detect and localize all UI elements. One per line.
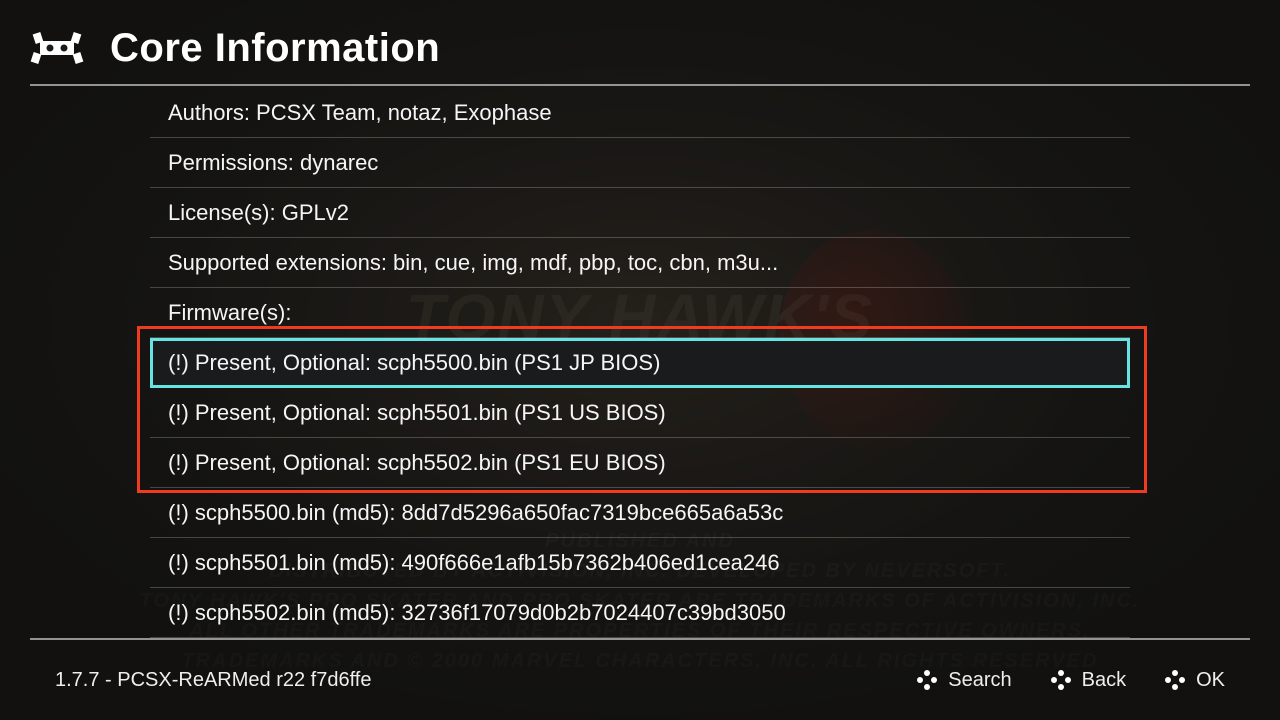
- dpad-icon: [916, 669, 938, 691]
- list-row-text: (!) Present, Optional: scph5501.bin (PS1…: [168, 400, 666, 426]
- ok-label: OK: [1196, 669, 1225, 692]
- list-row[interactable]: License(s): GPLv2: [150, 188, 1130, 238]
- retroarch-logo-icon: [30, 31, 84, 65]
- dpad-icon: [1050, 669, 1072, 691]
- header-divider: [30, 84, 1250, 86]
- list-row-text: Authors: PCSX Team, notaz, Exophase: [168, 100, 552, 126]
- list-row[interactable]: (!) Present, Optional: scph5502.bin (PS1…: [150, 438, 1130, 488]
- list-row[interactable]: (!) Present, Optional: scph5501.bin (PS1…: [150, 388, 1130, 438]
- search-label: Search: [948, 669, 1011, 692]
- list-row[interactable]: (!) scph5501.bin (md5): 490f666e1afb15b7…: [150, 538, 1130, 588]
- list-row-text: License(s): GPLv2: [168, 200, 349, 226]
- list-row[interactable]: Firmware(s):: [150, 288, 1130, 338]
- list-row[interactable]: (!) scph5502.bin (md5): 32736f17079d0b2b…: [150, 588, 1130, 638]
- list-row-text: (!) scph5500.bin (md5): 8dd7d5296a650fac…: [168, 500, 783, 526]
- page-title: Core Information: [110, 26, 440, 71]
- list-row-text: Firmware(s):: [168, 300, 291, 326]
- dpad-icon: [1164, 669, 1186, 691]
- search-button[interactable]: Search: [916, 669, 1011, 692]
- list-row-text: (!) Present, Optional: scph5502.bin (PS1…: [168, 450, 666, 476]
- footer-actions: Search Back OK: [916, 669, 1225, 692]
- list-row-text: (!) Present, Optional: scph5500.bin (PS1…: [168, 350, 660, 376]
- list-row-text: Supported extensions: bin, cue, img, mdf…: [168, 250, 778, 276]
- list-row-text: (!) scph5501.bin (md5): 490f666e1afb15b7…: [168, 550, 780, 576]
- back-button[interactable]: Back: [1050, 669, 1126, 692]
- list-row[interactable]: Permissions: dynarec: [150, 138, 1130, 188]
- list-row[interactable]: Authors: PCSX Team, notaz, Exophase: [150, 88, 1130, 138]
- ok-button[interactable]: OK: [1164, 669, 1225, 692]
- list-row-text: (!) scph5502.bin (md5): 32736f17079d0b2b…: [168, 600, 786, 626]
- list-row[interactable]: Supported extensions: bin, cue, img, mdf…: [150, 238, 1130, 288]
- back-label: Back: [1082, 669, 1126, 692]
- list-row[interactable]: (!) scph5500.bin (md5): 8dd7d5296a650fac…: [150, 488, 1130, 538]
- footer: 1.7.7 - PCSX-ReARMed r22 f7d6ffe Search …: [0, 640, 1280, 720]
- version-label: 1.7.7 - PCSX-ReARMed r22 f7d6ffe: [55, 669, 916, 692]
- header: Core Information: [30, 18, 1250, 78]
- list-row-text: Permissions: dynarec: [168, 150, 378, 176]
- info-list: Authors: PCSX Team, notaz, Exophase Permi…: [150, 88, 1130, 640]
- list-row-selected[interactable]: (!) Present, Optional: scph5500.bin (PS1…: [150, 338, 1130, 388]
